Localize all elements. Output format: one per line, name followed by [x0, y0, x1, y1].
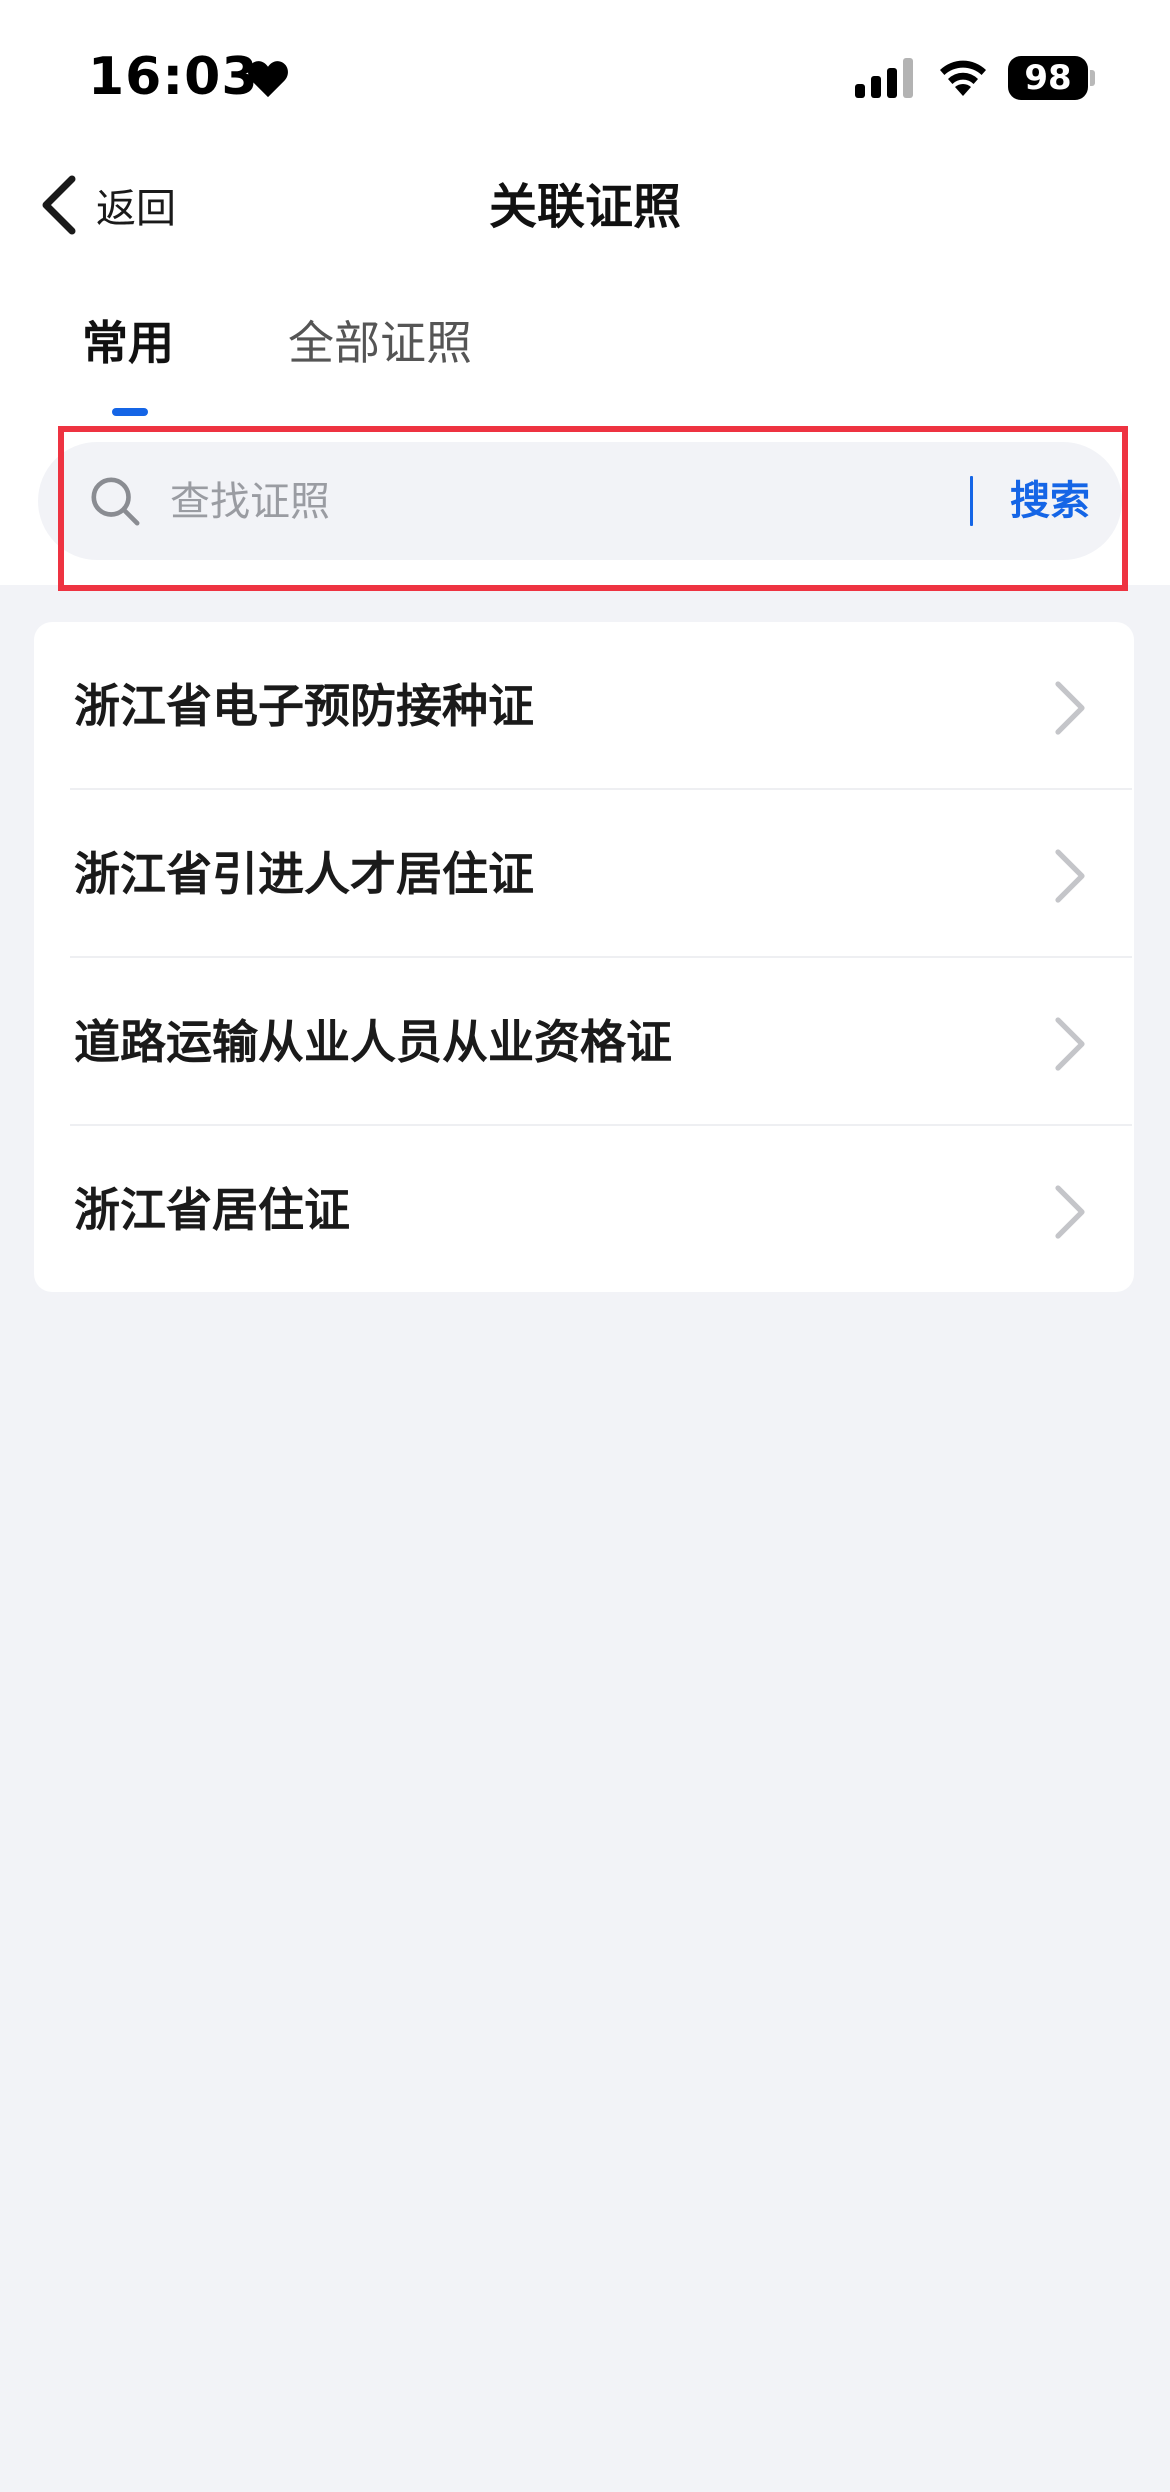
tab-common[interactable]: 常用: [82, 308, 174, 378]
list-item[interactable]: 浙江省电子预防接种证: [34, 622, 1134, 790]
chevron-right-icon: [1055, 1017, 1085, 1071]
certificate-label: 浙江省居住证: [74, 1183, 350, 1237]
page-title: 关联证照: [488, 179, 681, 235]
certificate-list: 浙江省电子预防接种证 浙江省引进人才居住证 道路运输从业人员从业资格证 浙江省居…: [34, 622, 1134, 1292]
search-bar: 搜索: [38, 442, 1122, 560]
search-icon: [91, 477, 140, 526]
certificate-label: 浙江省电子预防接种证: [74, 679, 534, 733]
chevron-right-icon: [1055, 681, 1085, 735]
active-tab-indicator: [112, 408, 148, 416]
search-input[interactable]: [168, 466, 972, 538]
tab-all-certificates[interactable]: 全部证照: [288, 308, 472, 378]
certificate-label: 道路运输从业人员从业资格证: [74, 1015, 672, 1069]
status-bar: 16:03 98: [0, 0, 1170, 150]
heart-icon: [248, 61, 288, 98]
chevron-right-icon: [1055, 849, 1085, 903]
list-item[interactable]: 道路运输从业人员从业资格证: [34, 958, 1134, 1126]
wifi-icon: [940, 60, 986, 96]
chevron-right-icon: [1055, 1185, 1085, 1239]
battery-level: 98: [1024, 58, 1072, 98]
certificate-label: 浙江省引进人才居住证: [74, 847, 534, 901]
list-item[interactable]: 浙江省居住证: [34, 1126, 1134, 1294]
battery-icon: 98: [1008, 56, 1088, 100]
battery-nub: [1090, 70, 1095, 86]
search-divider: [970, 476, 973, 526]
list-item[interactable]: 浙江省引进人才居住证: [34, 790, 1134, 958]
cellular-signal-icon: [855, 58, 913, 98]
status-time: 16:03: [88, 47, 259, 107]
search-button[interactable]: 搜索: [1010, 466, 1090, 536]
